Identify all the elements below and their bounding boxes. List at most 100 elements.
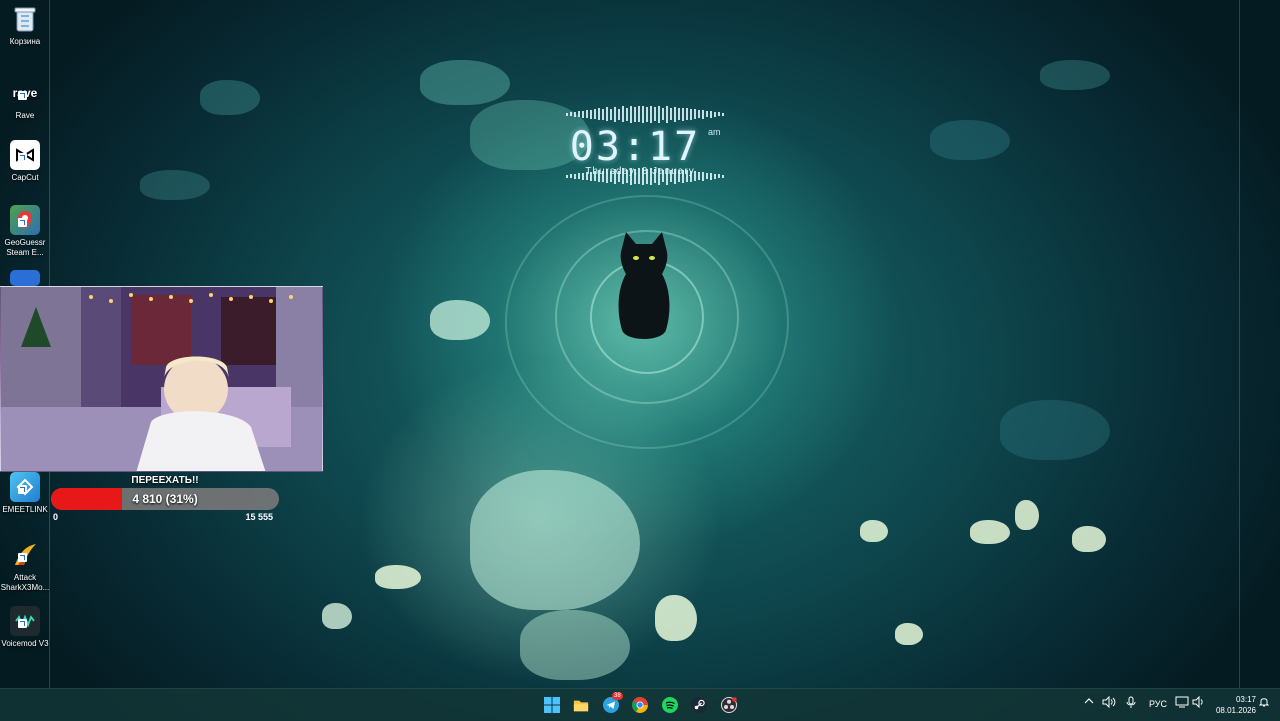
donation-goal-widget: ПЕРЕЕХАТЬ!! 4 810 (31%) 0 15 555 <box>50 472 280 524</box>
audio-visualizer-top <box>560 104 730 124</box>
visualizer-bar <box>630 105 632 123</box>
visualizer-bar <box>614 106 616 122</box>
clock-ampm: am <box>708 127 721 137</box>
emeetlink-icon <box>10 472 40 502</box>
visualizer-bar <box>714 111 716 117</box>
visualizer-bar <box>710 110 712 118</box>
visualizer-bar <box>566 112 568 116</box>
geoguessr-icon <box>10 205 40 235</box>
visualizer-bar <box>674 106 676 122</box>
telegram-badge: 38 <box>612 692 623 700</box>
visualizer-bar <box>690 108 692 120</box>
visualizer-bar <box>670 108 672 120</box>
black-cat-image <box>616 230 672 345</box>
desktop-icon-rave[interactable]: rave Rave <box>0 78 50 121</box>
desktop-icon-label: Voicemod V3 <box>1 639 49 648</box>
desktop-icon-attack-shark[interactable]: Attack SharkX3Mo... <box>0 540 50 593</box>
microphone-icon[interactable] <box>1126 696 1136 712</box>
goal-title: ПЕРЕЕХАТЬ!! <box>131 475 199 486</box>
visualizer-bar <box>662 108 664 120</box>
visualizer-bar <box>574 111 576 117</box>
language-indicator[interactable]: РУС <box>1149 699 1167 709</box>
voicemod-icon <box>10 606 40 636</box>
visualizer-bar <box>702 109 704 119</box>
desktop-icon-label: Attack SharkX3Mo... <box>0 573 50 592</box>
spotify-icon[interactable] <box>662 697 678 713</box>
system-time: 03:17 <box>1235 695 1256 704</box>
telegram-icon[interactable]: 38 <box>603 692 623 713</box>
visualizer-bar <box>602 108 604 120</box>
desktop-icon-capcut[interactable]: CapCut <box>0 140 50 183</box>
visualizer-bar <box>658 105 660 123</box>
visualizer-bar <box>638 106 640 122</box>
system-clock[interactable]: 03:17 08.01.2026 <box>1210 694 1256 716</box>
desktop-icon-emeetlink[interactable]: EMEETLINK <box>0 472 50 515</box>
network-icon[interactable] <box>1175 696 1189 711</box>
visualizer-bar <box>594 109 596 119</box>
visualizer-bar <box>682 107 684 121</box>
visualizer-bar <box>606 107 608 121</box>
visualizer-bar <box>678 108 680 120</box>
steam-icon[interactable] <box>691 697 707 713</box>
visualizer-bar <box>666 105 668 123</box>
speaker-tray-icon[interactable] <box>1102 695 1116 711</box>
visualizer-bar <box>618 108 620 120</box>
visualizer-bar <box>698 110 700 118</box>
desktop-icon-label: Rave <box>15 111 35 120</box>
visualizer-bar <box>642 105 644 123</box>
clock-widget: 03:17 am Thursday, 8 January <box>560 100 730 190</box>
visualizer-bar <box>622 106 624 122</box>
chevron-up-icon[interactable] <box>1084 696 1094 709</box>
shortcut-arrow-icon <box>18 91 27 100</box>
desktop-icon-recycle-bin[interactable]: Корзина <box>0 4 50 47</box>
visualizer-bar <box>634 106 636 122</box>
goal-min-value: 0 <box>53 512 59 522</box>
chrome-icon[interactable] <box>632 697 648 713</box>
desktop-icon-label: EMEETLINK <box>2 505 48 514</box>
desktop-icon-label: CapCut <box>11 173 39 182</box>
visualizer-bar <box>570 112 572 116</box>
visualizer-bar <box>686 108 688 120</box>
recycle-bin-icon <box>10 4 40 34</box>
desktop-icon-voicemod[interactable]: Voicemod V3 <box>0 606 50 649</box>
obs-icon[interactable] <box>721 697 737 713</box>
shortcut-arrow-icon <box>18 153 27 162</box>
desktop-icon-label: GeoGuessr Steam E... <box>4 238 46 257</box>
visualizer-bar <box>718 112 720 116</box>
visualizer-bar <box>578 111 580 117</box>
webcam-overlay <box>0 286 323 472</box>
visualizer-bar <box>706 111 708 117</box>
visualizer-bar <box>646 106 648 122</box>
visualizer-bar <box>626 107 628 121</box>
attack-shark-icon <box>10 540 40 570</box>
visualizer-bar <box>722 174 724 178</box>
visualizer-bar <box>590 109 592 119</box>
visualizer-bar <box>598 108 600 120</box>
visualizer-bar <box>722 112 724 116</box>
visualizer-bar <box>650 105 652 123</box>
notification-bell-icon[interactable] <box>1258 696 1270 711</box>
webcam-feed-image <box>1 287 322 471</box>
shortcut-arrow-icon <box>18 218 27 227</box>
system-date: 08.01.2026 <box>1215 706 1256 715</box>
rave-icon: rave <box>10 78 40 108</box>
visualizer-bar <box>610 108 612 120</box>
volume-icon[interactable] <box>1192 695 1206 711</box>
shortcut-arrow-icon <box>18 485 27 494</box>
app-icon <box>10 270 40 286</box>
taskbar: 38 РУС 03:17 08.01.2026 <box>0 688 1280 721</box>
clock-date: Thursday, 8 January <box>585 166 695 177</box>
goal-max-value: 15 555 <box>245 512 273 522</box>
clock-time: 03:17 <box>569 124 701 170</box>
goal-current-value: 4 810 (31%) <box>132 492 198 506</box>
visualizer-bar <box>654 107 656 121</box>
visualizer-bar <box>694 109 696 119</box>
capcut-icon <box>10 140 40 170</box>
visualizer-bar <box>582 110 584 118</box>
windows-start-icon[interactable] <box>544 697 560 713</box>
folder-icon[interactable] <box>573 697 589 713</box>
desktop-icon-geoguessr[interactable]: GeoGuessr Steam E... <box>0 205 50 258</box>
desktop-icon-label: Корзина <box>9 37 41 46</box>
shortcut-arrow-icon <box>18 553 27 562</box>
goal-progress-bar: 4 810 (31%) <box>51 488 279 510</box>
